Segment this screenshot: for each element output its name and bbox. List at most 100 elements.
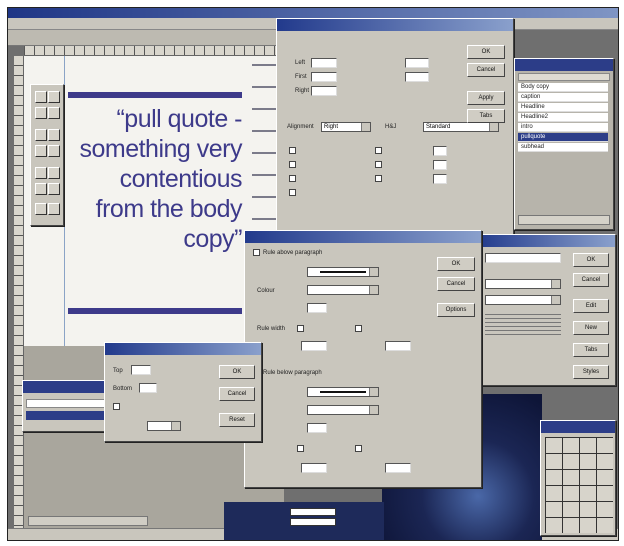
style-tabs-button[interactable]: Tabs	[573, 343, 609, 357]
style-list-item[interactable]: pullquote	[518, 133, 608, 142]
horizontal-ruler	[24, 46, 284, 56]
text-box-tool-icon[interactable]	[35, 129, 47, 141]
lock-to-grid-checkbox[interactable]	[289, 189, 296, 196]
style-list-item[interactable]: Headline2	[518, 113, 608, 122]
paragraph-dialog-title-bar	[277, 19, 513, 31]
left-indent-field[interactable]	[311, 58, 337, 68]
layers-row-selected[interactable]	[26, 411, 116, 420]
space-dialog[interactable]: Top Bottom OK Cancel Reset	[104, 342, 262, 442]
width-of-column-radio[interactable]	[355, 325, 362, 332]
indent-left-above-field[interactable]	[301, 341, 327, 351]
glyphs-palette[interactable]	[540, 420, 616, 536]
paragraph-cancel-button[interactable]: Cancel	[467, 63, 505, 77]
keep-with-next-checkbox[interactable]	[289, 161, 296, 168]
style-list-item[interactable]: Headline	[518, 103, 608, 112]
right-indent-field[interactable]	[311, 86, 337, 96]
alignment-dropdown[interactable]: Right	[321, 122, 371, 132]
glyph-grid[interactable]	[545, 437, 613, 533]
style-styles-button[interactable]: Styles	[573, 365, 609, 379]
drop-caps-checkbox[interactable]	[289, 147, 296, 154]
measurements-field[interactable]	[290, 508, 336, 516]
style-ok-button[interactable]: OK	[573, 253, 609, 267]
tab-field[interactable]	[433, 174, 447, 184]
lines-field[interactable]	[433, 146, 447, 156]
page-margin-guide	[64, 56, 65, 346]
rule-colour-above-dropdown[interactable]	[307, 285, 379, 295]
pull-quote-text: “pull quote - something very contentious…	[79, 105, 242, 253]
rule-tint-below-field[interactable]	[307, 423, 327, 433]
rules-ok-button[interactable]: OK	[437, 257, 475, 271]
indent-right-below-field[interactable]	[385, 463, 411, 473]
measurements-field[interactable]	[290, 518, 336, 526]
style-edit-dialog[interactable]: OK Cancel Edit New Tabs Styles	[476, 234, 616, 386]
link-tool-icon[interactable]	[35, 167, 47, 179]
pointer-tool-icon[interactable]	[35, 91, 47, 103]
paragraph-ok-button[interactable]: OK	[467, 45, 505, 59]
pull-quote-box[interactable]: “pull quote - something very contentious…	[72, 104, 242, 300]
space-bottom-field[interactable]	[139, 383, 157, 393]
paragraph-tabs-button[interactable]: Tabs	[467, 109, 505, 123]
tab-leader-checkbox[interactable]	[375, 175, 382, 182]
table-tool-icon[interactable]	[35, 183, 47, 195]
orphan-control-checkbox[interactable]	[375, 161, 382, 168]
space-option-checkbox[interactable]	[113, 403, 120, 410]
oval-tool-icon[interactable]	[48, 145, 60, 157]
style-new-button[interactable]: New	[573, 321, 609, 335]
space-after-field[interactable]	[405, 72, 429, 82]
based-on-dropdown[interactable]	[485, 279, 561, 289]
layers-row[interactable]	[26, 399, 116, 408]
rule-tint-above-field[interactable]	[307, 303, 327, 313]
space-before-field[interactable]	[405, 58, 429, 68]
indent-right-above-field[interactable]	[385, 341, 411, 351]
rule-above-checkbox[interactable]	[253, 249, 260, 256]
styles-scrollbar[interactable]	[518, 215, 610, 225]
space-reset-button[interactable]: Reset	[219, 413, 255, 427]
indent-left-below-field[interactable]	[301, 463, 327, 473]
width-of-text-radio[interactable]	[297, 325, 304, 332]
characters-field[interactable]	[433, 160, 447, 170]
style-list-item[interactable]: caption	[518, 93, 608, 102]
widow-control-checkbox[interactable]	[375, 147, 382, 154]
style-edit-button[interactable]: Edit	[573, 299, 609, 313]
style-list-item[interactable]: intro	[518, 123, 608, 132]
hyphenation-dropdown[interactable]: Standard	[423, 122, 499, 132]
paragraph-rules-dialog[interactable]: Rule above paragraph Colour Rule width R…	[244, 230, 482, 488]
paragraph-formats-dialog[interactable]: Left First Right Alignment Right H&J Sta…	[276, 18, 514, 240]
pen-tool-icon[interactable]	[35, 203, 47, 215]
width-of-column-below-radio[interactable]	[355, 445, 362, 452]
space-cancel-button[interactable]: Cancel	[219, 387, 255, 401]
rule-style-below-dropdown[interactable]	[307, 387, 379, 397]
alignment-label: Alignment	[287, 124, 314, 130]
first-indent-field[interactable]	[311, 72, 337, 82]
rule-style-above-dropdown[interactable]	[307, 267, 379, 277]
space-unit-dropdown[interactable]	[147, 421, 181, 431]
pull-quote-rule-bottom	[68, 308, 242, 314]
scissors-tool-icon[interactable]	[48, 203, 60, 215]
width-of-text-below-radio[interactable]	[297, 445, 304, 452]
line-tool-icon[interactable]	[35, 145, 47, 157]
style-cancel-button[interactable]: Cancel	[573, 273, 609, 287]
rules-options-button[interactable]: Options	[437, 303, 475, 317]
rotate-tool-icon[interactable]	[35, 107, 47, 119]
zoom-tool-icon[interactable]	[48, 107, 60, 119]
bezier-tool-icon[interactable]	[48, 183, 60, 195]
keep-lines-together-checkbox[interactable]	[289, 175, 296, 182]
space-ok-button[interactable]: OK	[219, 365, 255, 379]
unlink-tool-icon[interactable]	[48, 167, 60, 179]
style-sheets-palette[interactable]: Body copy caption Headline Headline2 int…	[514, 58, 614, 230]
rule-colour-below-dropdown[interactable]	[307, 405, 379, 415]
toolbar[interactable]	[8, 30, 283, 46]
picture-box-tool-icon[interactable]	[48, 129, 60, 141]
style-list-item[interactable]: Body copy	[518, 83, 608, 92]
style-name-field[interactable]	[485, 253, 561, 263]
rules-cancel-button[interactable]: Cancel	[437, 277, 475, 291]
rule-colour-label: Colour	[257, 288, 275, 294]
space-top-field[interactable]	[131, 365, 151, 375]
tools-palette[interactable]	[30, 84, 64, 226]
content-tool-icon[interactable]	[48, 91, 60, 103]
page-indicator[interactable]	[28, 516, 148, 526]
paragraph-apply-button[interactable]: Apply	[467, 91, 505, 105]
style-list-item[interactable]: subhead	[518, 143, 608, 152]
next-style-dropdown[interactable]	[485, 295, 561, 305]
style-description	[485, 311, 561, 337]
